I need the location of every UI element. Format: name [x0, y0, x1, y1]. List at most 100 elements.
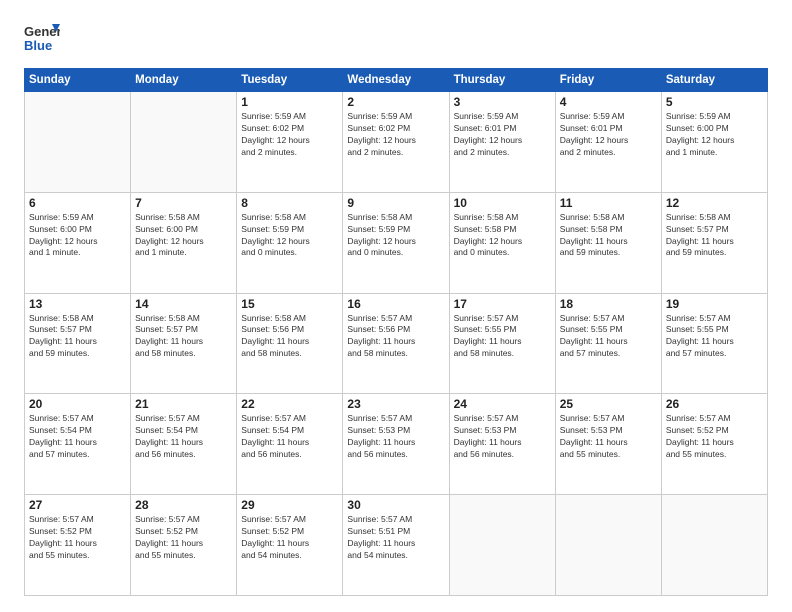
calendar-header-row: SundayMondayTuesdayWednesdayThursdayFrid…: [25, 69, 768, 92]
day-detail: Sunrise: 5:57 AM Sunset: 5:52 PM Dayligh…: [135, 514, 232, 562]
calendar-week-row: 13 Sunrise: 5:58 AM Sunset: 5:57 PM Dayli…: [25, 293, 768, 394]
day-number: 17: [454, 297, 551, 311]
calendar-cell: 17 Sunrise: 5:57 AM Sunset: 5:55 PM Dayli…: [449, 293, 555, 394]
calendar-cell: [661, 495, 767, 596]
calendar-week-row: 6Sunrise: 5:59 AM Sunset: 6:00 PM Daylig…: [25, 192, 768, 293]
day-number: 26: [666, 397, 763, 411]
calendar-cell: [25, 92, 131, 193]
calendar-cell: [449, 495, 555, 596]
calendar-cell: [555, 495, 661, 596]
calendar-cell: 25 Sunrise: 5:57 AM Sunset: 5:53 PM Dayli…: [555, 394, 661, 495]
day-detail: Sunrise: 5:57 AM Sunset: 5:56 PM Dayligh…: [347, 313, 444, 361]
logo-icon: General Blue: [24, 20, 60, 56]
calendar-cell: 24 Sunrise: 5:57 AM Sunset: 5:53 PM Dayli…: [449, 394, 555, 495]
day-number: 6: [29, 196, 126, 210]
calendar-cell: 21 Sunrise: 5:57 AM Sunset: 5:54 PM Dayli…: [131, 394, 237, 495]
day-detail: Sunrise: 5:59 AM Sunset: 6:02 PM Dayligh…: [241, 111, 338, 159]
day-detail: Sunrise: 5:57 AM Sunset: 5:52 PM Dayligh…: [241, 514, 338, 562]
day-detail: Sunrise: 5:57 AM Sunset: 5:53 PM Dayligh…: [560, 413, 657, 461]
calendar-cell: 26 Sunrise: 5:57 AM Sunset: 5:52 PM Dayli…: [661, 394, 767, 495]
calendar-cell: 14 Sunrise: 5:58 AM Sunset: 5:57 PM Dayli…: [131, 293, 237, 394]
calendar-week-row: 1 Sunrise: 5:59 AM Sunset: 6:02 PM Daylig…: [25, 92, 768, 193]
day-number: 7: [135, 196, 232, 210]
day-detail: Sunrise: 5:57 AM Sunset: 5:52 PM Dayligh…: [666, 413, 763, 461]
day-detail: Sunrise: 5:57 AM Sunset: 5:54 PM Dayligh…: [29, 413, 126, 461]
day-detail: Sunrise: 5:58 AM Sunset: 5:58 PM Dayligh…: [560, 212, 657, 260]
day-number: 20: [29, 397, 126, 411]
day-number: 28: [135, 498, 232, 512]
day-number: 25: [560, 397, 657, 411]
day-detail: Sunrise: 5:57 AM Sunset: 5:55 PM Dayligh…: [666, 313, 763, 361]
day-number: 12: [666, 196, 763, 210]
day-number: 21: [135, 397, 232, 411]
calendar-cell: 6Sunrise: 5:59 AM Sunset: 6:00 PM Daylig…: [25, 192, 131, 293]
day-number: 13: [29, 297, 126, 311]
header: General Blue: [24, 20, 768, 56]
calendar-cell: 8 Sunrise: 5:58 AM Sunset: 5:59 PM Daylig…: [237, 192, 343, 293]
page: General Blue SundayMondayTuesdayWednesda…: [0, 0, 792, 612]
day-detail: Sunrise: 5:59 AM Sunset: 6:00 PM Dayligh…: [666, 111, 763, 159]
day-detail: Sunrise: 5:57 AM Sunset: 5:55 PM Dayligh…: [454, 313, 551, 361]
day-number: 14: [135, 297, 232, 311]
calendar-cell: 11 Sunrise: 5:58 AM Sunset: 5:58 PM Dayli…: [555, 192, 661, 293]
calendar-cell: 22 Sunrise: 5:57 AM Sunset: 5:54 PM Dayli…: [237, 394, 343, 495]
calendar-day-header: Wednesday: [343, 69, 449, 92]
calendar-day-header: Sunday: [25, 69, 131, 92]
calendar-day-header: Monday: [131, 69, 237, 92]
calendar-day-header: Tuesday: [237, 69, 343, 92]
day-number: 29: [241, 498, 338, 512]
calendar-cell: 23Sunrise: 5:57 AM Sunset: 5:53 PM Dayli…: [343, 394, 449, 495]
day-detail: Sunrise: 5:58 AM Sunset: 5:59 PM Dayligh…: [241, 212, 338, 260]
calendar-week-row: 20 Sunrise: 5:57 AM Sunset: 5:54 PM Dayli…: [25, 394, 768, 495]
day-number: 19: [666, 297, 763, 311]
day-detail: Sunrise: 5:58 AM Sunset: 5:58 PM Dayligh…: [454, 212, 551, 260]
day-number: 2: [347, 95, 444, 109]
day-number: 8: [241, 196, 338, 210]
day-detail: Sunrise: 5:57 AM Sunset: 5:54 PM Dayligh…: [135, 413, 232, 461]
day-detail: Sunrise: 5:58 AM Sunset: 5:57 PM Dayligh…: [135, 313, 232, 361]
calendar-cell: 7 Sunrise: 5:58 AM Sunset: 6:00 PM Daylig…: [131, 192, 237, 293]
day-detail: Sunrise: 5:57 AM Sunset: 5:53 PM Dayligh…: [347, 413, 444, 461]
calendar-cell: 30Sunrise: 5:57 AM Sunset: 5:51 PM Dayli…: [343, 495, 449, 596]
day-detail: Sunrise: 5:57 AM Sunset: 5:52 PM Dayligh…: [29, 514, 126, 562]
day-number: 16: [347, 297, 444, 311]
calendar-day-header: Thursday: [449, 69, 555, 92]
calendar-cell: 20 Sunrise: 5:57 AM Sunset: 5:54 PM Dayli…: [25, 394, 131, 495]
day-number: 15: [241, 297, 338, 311]
calendar-cell: 9 Sunrise: 5:58 AM Sunset: 5:59 PM Daylig…: [343, 192, 449, 293]
calendar-cell: 18 Sunrise: 5:57 AM Sunset: 5:55 PM Dayli…: [555, 293, 661, 394]
calendar-day-header: Friday: [555, 69, 661, 92]
day-detail: Sunrise: 5:57 AM Sunset: 5:54 PM Dayligh…: [241, 413, 338, 461]
day-number: 5: [666, 95, 763, 109]
day-detail: Sunrise: 5:58 AM Sunset: 5:57 PM Dayligh…: [29, 313, 126, 361]
calendar-week-row: 27 Sunrise: 5:57 AM Sunset: 5:52 PM Dayli…: [25, 495, 768, 596]
day-number: 4: [560, 95, 657, 109]
day-number: 18: [560, 297, 657, 311]
day-detail: Sunrise: 5:58 AM Sunset: 6:00 PM Dayligh…: [135, 212, 232, 260]
svg-text:Blue: Blue: [24, 38, 52, 53]
day-number: 3: [454, 95, 551, 109]
day-detail: Sunrise: 5:59 AM Sunset: 6:01 PM Dayligh…: [560, 111, 657, 159]
calendar-cell: 5 Sunrise: 5:59 AM Sunset: 6:00 PM Daylig…: [661, 92, 767, 193]
day-number: 24: [454, 397, 551, 411]
calendar-cell: 4 Sunrise: 5:59 AM Sunset: 6:01 PM Daylig…: [555, 92, 661, 193]
day-number: 11: [560, 196, 657, 210]
calendar-cell: 12Sunrise: 5:58 AM Sunset: 5:57 PM Dayli…: [661, 192, 767, 293]
calendar-cell: 16 Sunrise: 5:57 AM Sunset: 5:56 PM Dayli…: [343, 293, 449, 394]
day-detail: Sunrise: 5:58 AM Sunset: 5:59 PM Dayligh…: [347, 212, 444, 260]
calendar-cell: 19 Sunrise: 5:57 AM Sunset: 5:55 PM Dayli…: [661, 293, 767, 394]
day-detail: Sunrise: 5:57 AM Sunset: 5:51 PM Dayligh…: [347, 514, 444, 562]
day-number: 9: [347, 196, 444, 210]
logo: General Blue: [24, 20, 64, 56]
day-detail: Sunrise: 5:57 AM Sunset: 5:53 PM Dayligh…: [454, 413, 551, 461]
calendar-cell: 2Sunrise: 5:59 AM Sunset: 6:02 PM Daylig…: [343, 92, 449, 193]
day-number: 22: [241, 397, 338, 411]
day-detail: Sunrise: 5:59 AM Sunset: 6:01 PM Dayligh…: [454, 111, 551, 159]
calendar-cell: 29 Sunrise: 5:57 AM Sunset: 5:52 PM Dayli…: [237, 495, 343, 596]
calendar-cell: 1 Sunrise: 5:59 AM Sunset: 6:02 PM Daylig…: [237, 92, 343, 193]
day-number: 27: [29, 498, 126, 512]
calendar-cell: 27 Sunrise: 5:57 AM Sunset: 5:52 PM Dayli…: [25, 495, 131, 596]
calendar-cell: 13 Sunrise: 5:58 AM Sunset: 5:57 PM Dayli…: [25, 293, 131, 394]
day-detail: Sunrise: 5:57 AM Sunset: 5:55 PM Dayligh…: [560, 313, 657, 361]
day-number: 1: [241, 95, 338, 109]
